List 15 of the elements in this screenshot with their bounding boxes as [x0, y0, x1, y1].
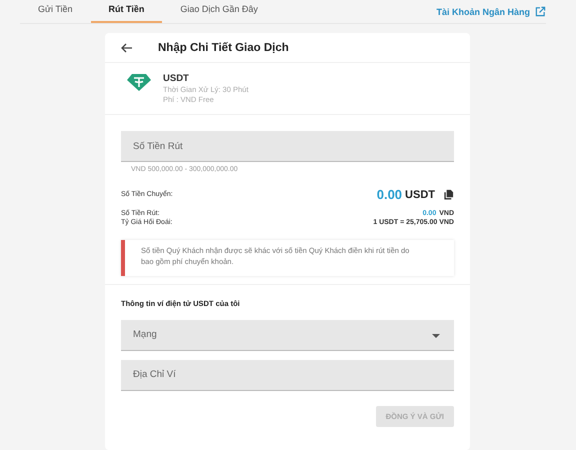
- tab[interactable]: Rút Tiền: [90, 0, 162, 23]
- transfer-amount: 0.00: [376, 187, 402, 202]
- back-arrow-icon[interactable]: [121, 42, 133, 52]
- amount-field[interactable]: Số Tiền Rút: [121, 131, 454, 162]
- copy-icon[interactable]: [443, 189, 454, 200]
- network-select[interactable]: Mạng: [121, 320, 454, 351]
- currency-unit: USDT: [405, 188, 435, 200]
- page-title: Nhập Chi Tiết Giao Dịch: [158, 42, 289, 54]
- dropdown-caret-icon: [432, 334, 440, 338]
- tab[interactable]: Gửi Tiền: [20, 0, 91, 23]
- external-link-icon: [535, 6, 546, 17]
- tab[interactable]: Giao Dịch Gần Đây: [162, 0, 276, 23]
- diamond-coin-icon: [127, 73, 151, 91]
- coin-name: USDT: [163, 73, 190, 84]
- wallet-address-field[interactable]: Địa Chỉ Ví: [121, 360, 454, 391]
